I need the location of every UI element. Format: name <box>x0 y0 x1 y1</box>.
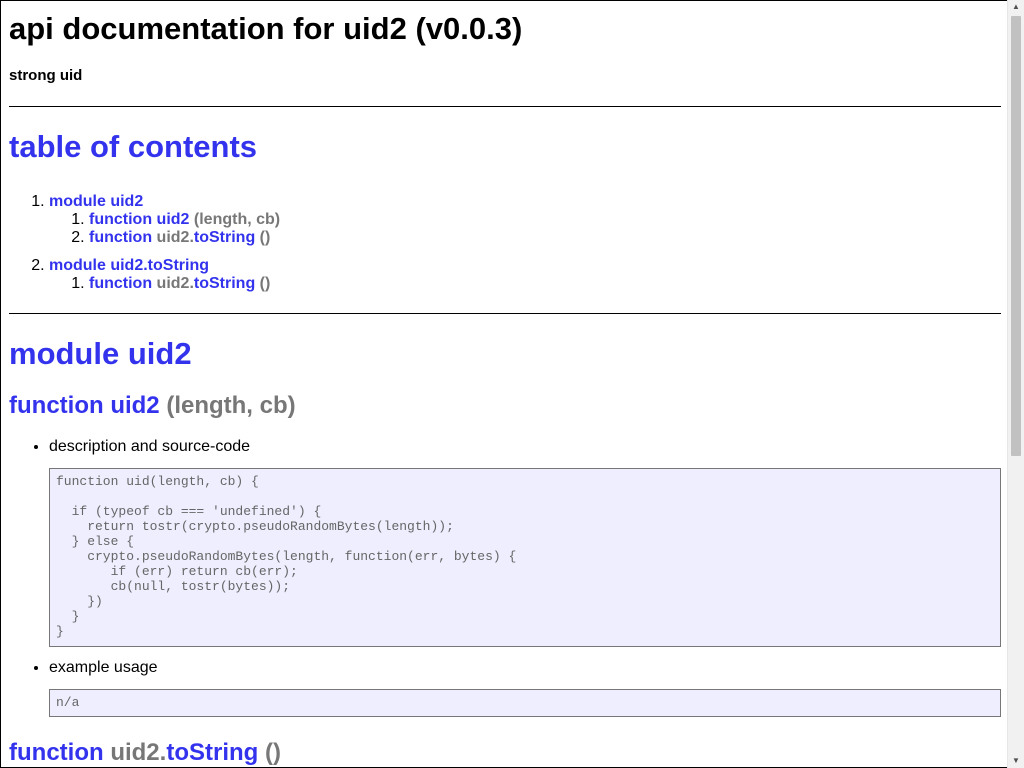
description-label: description and source-code <box>49 438 251 455</box>
function-name: toString <box>193 275 256 292</box>
toc-link-function-uid2[interactable]: function uid2 (length, cb) <box>89 211 280 228</box>
toc-module-item: module uid2.toString function uid2.toStr… <box>49 257 1001 293</box>
page-subtitle: strong uid <box>9 67 83 84</box>
toc-heading[interactable]: table of contents <box>9 129 1001 165</box>
function-owner: uid2 <box>110 739 160 766</box>
scroll-up-arrow-icon[interactable]: ▲ <box>1008 0 1024 14</box>
divider <box>9 106 1001 107</box>
detail-item: description and source-code function uid… <box>49 438 1001 647</box>
function-params: (length, cb) <box>166 392 296 419</box>
toc-link-module-uid2-tostring[interactable]: module uid2.toString <box>49 257 209 274</box>
page-content: api documentation for uid2 (v0.0.3) stro… <box>1 11 1007 767</box>
example-label: example usage <box>49 659 158 676</box>
function-keyword: function <box>9 392 104 419</box>
toc-link-function-uid2-tostring[interactable]: function uid2.toString () <box>89 229 270 246</box>
function-heading-uid2[interactable]: function uid2 (length, cb) <box>9 392 1001 420</box>
function-name: uid2 <box>156 211 190 228</box>
function-params: (length, cb) <box>193 211 281 228</box>
example-code-block: n/a <box>49 689 1001 717</box>
function-params: () <box>259 275 271 292</box>
detail-item: example usage n/a <box>49 659 1001 717</box>
function-params: () <box>259 229 271 246</box>
toc-function-list: function uid2 (length, cb) function uid2… <box>49 211 1001 247</box>
page-frame: api documentation for uid2 (v0.0.3) stro… <box>0 0 1008 768</box>
toc-function-list: function uid2.toString () <box>49 275 1001 293</box>
function-name: toString <box>166 739 259 766</box>
function-params: () <box>264 739 281 766</box>
toc-module-item: module uid2 function uid2 (length, cb) f… <box>49 193 1001 247</box>
function-keyword: function <box>89 275 153 292</box>
function-owner: uid2 <box>156 275 190 292</box>
divider <box>9 313 1001 314</box>
scroll-down-arrow-icon[interactable]: ▼ <box>1008 754 1024 768</box>
vertical-scrollbar[interactable]: ▲ ▼ <box>1007 0 1024 768</box>
function-keyword: function <box>89 211 153 228</box>
function-heading-uid2-tostring[interactable]: function uid2.toString () <box>9 739 1001 767</box>
toc-function-item: function uid2.toString () <box>89 229 1001 247</box>
function-owner: uid2 <box>156 229 190 246</box>
module-heading[interactable]: module uid2 <box>9 336 1001 372</box>
function-name: toString <box>193 229 256 246</box>
toc-function-item: function uid2.toString () <box>89 275 1001 293</box>
toc-function-item: function uid2 (length, cb) <box>89 211 1001 229</box>
toc-list: module uid2 function uid2 (length, cb) f… <box>9 193 1001 293</box>
page-title: api documentation for uid2 (v0.0.3) <box>9 11 523 46</box>
function-details: description and source-code function uid… <box>9 438 1001 717</box>
scrollbar-thumb[interactable] <box>1011 16 1021 456</box>
function-keyword: function <box>89 229 153 246</box>
function-name: uid2 <box>110 392 160 419</box>
source-code-block: function uid(length, cb) { if (typeof cb… <box>49 468 1001 647</box>
function-keyword: function <box>9 739 104 766</box>
toc-link-module-uid2[interactable]: module uid2 <box>49 193 143 210</box>
toc-link-function-uid2-tostring-2[interactable]: function uid2.toString () <box>89 275 270 292</box>
